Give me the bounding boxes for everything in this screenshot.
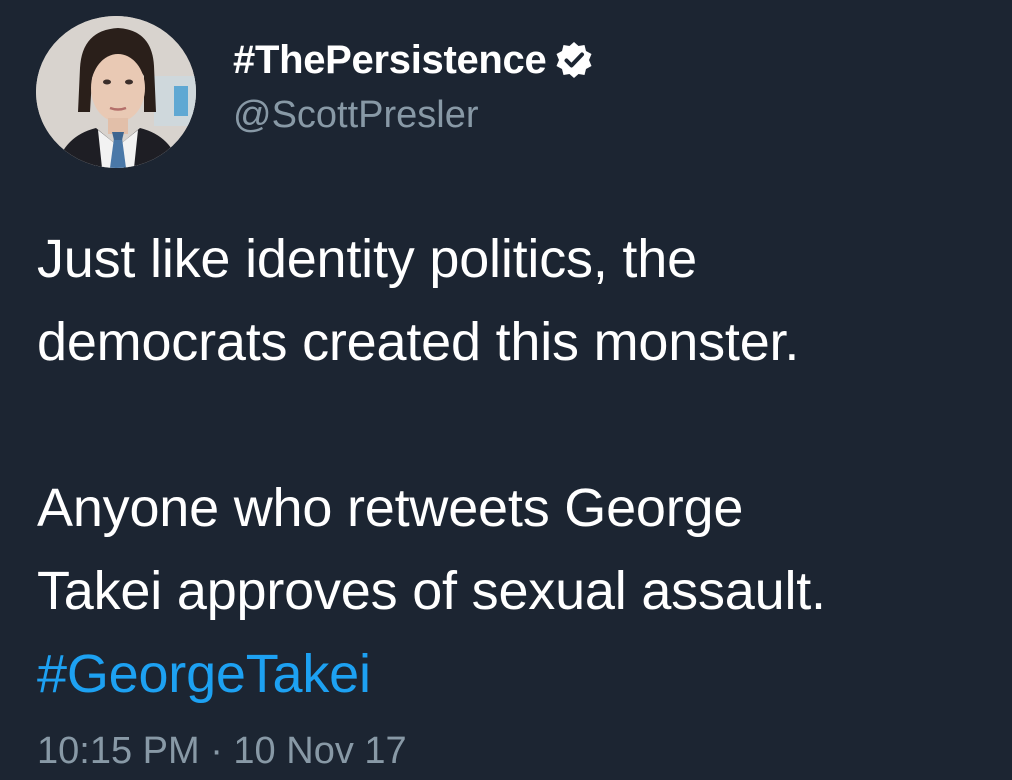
tweet-text-line: Takei approves of sexual assault. [37,561,826,621]
author-handle[interactable]: @ScottPresler [233,94,479,137]
avatar[interactable] [36,16,196,168]
tweet-card: #ThePersistence @ScottPresler Just like … [0,0,1012,780]
author-name-row: #ThePersistence [233,34,594,86]
verified-badge-icon [554,40,594,80]
profile-photo [36,16,196,168]
tweet-text-line: Anyone who retweets George [37,478,744,538]
tweet-text: Just like identity politics, the democra… [37,218,1007,716]
tweet-text-line: democrats created this monster. [37,312,800,372]
tweet-text-line: Just like identity politics, the [37,229,697,289]
tweet-timestamp[interactable]: 10:15 PM · 10 Nov 17 [37,730,407,773]
author-display-name[interactable]: #ThePersistence [233,38,547,83]
hashtag-link[interactable]: #GeorgeTakei [37,633,1007,716]
